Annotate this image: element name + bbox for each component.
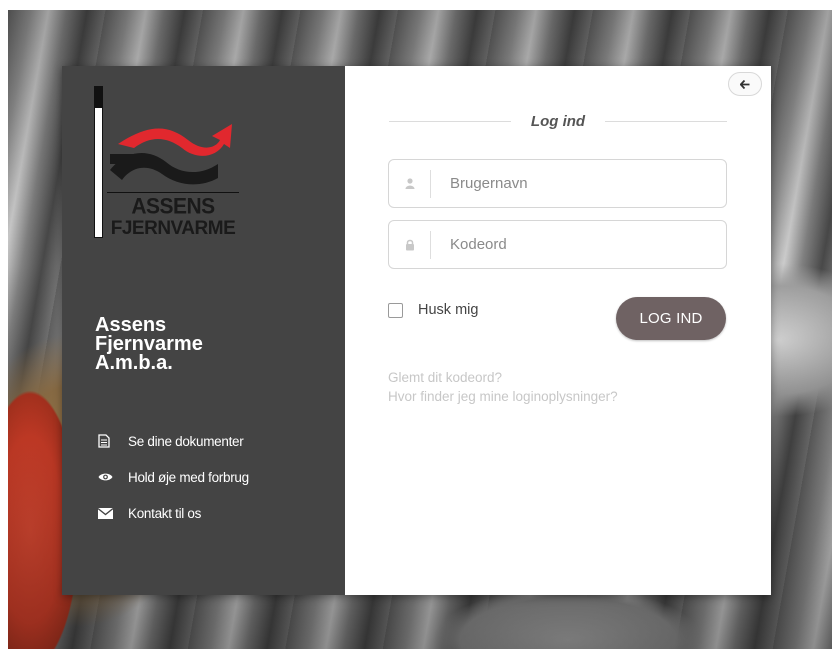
user-icon <box>389 169 431 198</box>
heading-rule-left <box>389 120 511 122</box>
login-panel: Log ind Husk mig LOG IND Glemt dit kodeo… <box>345 66 771 595</box>
info-panel: ASSENS FJERNVARME Assens Fjernvarme A.m.… <box>62 66 345 595</box>
back-button[interactable] <box>728 72 762 96</box>
login-heading: Log ind <box>389 112 727 130</box>
nav-item-consumption[interactable]: Hold øje med forbrug <box>98 468 249 486</box>
nav-item-label: Kontakt til os <box>128 505 202 521</box>
remember-checkbox[interactable] <box>388 302 403 318</box>
logo-wave-icon <box>110 124 232 185</box>
document-icon <box>98 434 128 448</box>
logo-divider <box>107 192 239 193</box>
nav-item-label: Se dine dokumenter <box>128 433 244 449</box>
logo-bar-cap <box>94 86 103 108</box>
login-card: ASSENS FJERNVARME Assens Fjernvarme A.m.… <box>62 66 771 595</box>
nav-item-label: Hold øje med forbrug <box>128 469 249 485</box>
login-help-link[interactable]: Hvor finder jeg mine loginoplysninger? <box>388 387 618 406</box>
nav-item-documents[interactable]: Se dine dokumenter <box>98 432 249 450</box>
nav-item-contact[interactable]: Kontakt til os <box>98 504 249 522</box>
login-button[interactable]: LOG IND <box>616 297 726 340</box>
lock-icon <box>389 230 431 259</box>
username-input[interactable] <box>431 175 726 192</box>
envelope-icon <box>98 507 128 519</box>
password-field <box>388 220 727 269</box>
arrow-left-icon <box>740 79 750 89</box>
logo-text-line2: FJERNVARME <box>110 218 236 239</box>
remember-me[interactable]: Husk mig <box>388 302 478 318</box>
logo-text-line1: ASSENS <box>131 194 215 219</box>
help-links: Glemt dit kodeord? Hvor finder jeg mine … <box>388 368 618 406</box>
password-input[interactable] <box>431 236 726 253</box>
remember-label: Husk mig <box>418 302 479 318</box>
heading-rule-right <box>605 120 727 122</box>
company-name-line3: A.m.b.a. <box>95 352 173 374</box>
username-field <box>388 159 727 208</box>
company-logo: ASSENS FJERNVARME <box>94 86 244 241</box>
feature-list: Se dine dokumenter Hold øje med forbrug … <box>98 432 249 540</box>
logo-bar <box>94 86 103 238</box>
company-name: Assens Fjernvarme A.m.b.a. <box>95 315 295 374</box>
login-title: Log ind <box>530 112 586 130</box>
eye-icon <box>98 472 128 482</box>
forgot-password-link[interactable]: Glemt dit kodeord? <box>388 368 618 387</box>
